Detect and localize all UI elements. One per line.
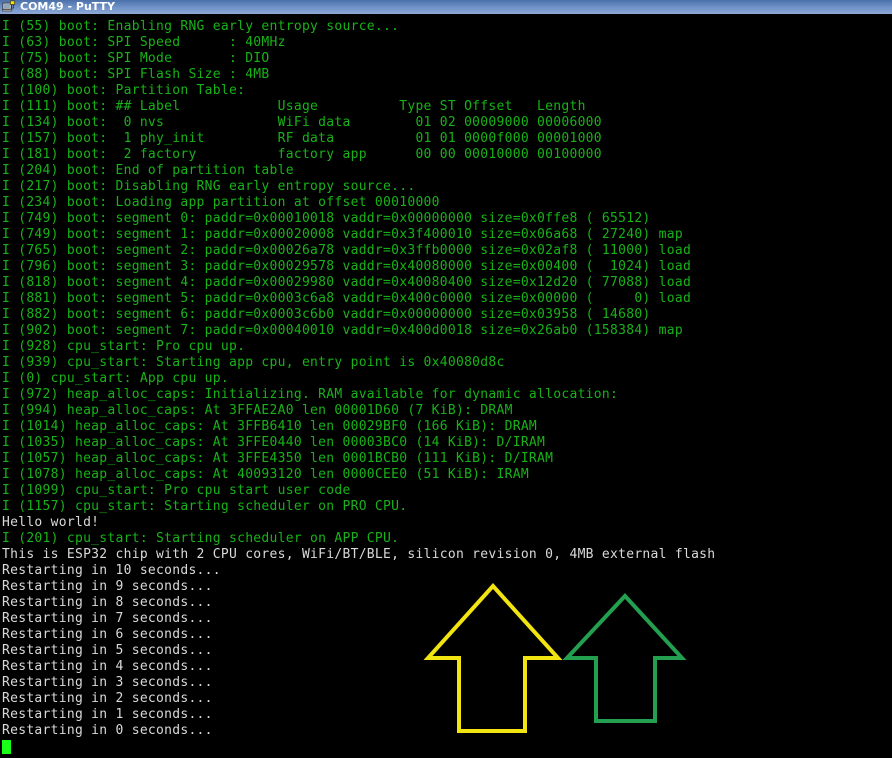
terminal-line: Restarting in 0 seconds...: [2, 723, 213, 738]
terminal-line: I (111) boot: ## Label Usage Type ST Off…: [2, 99, 586, 114]
terminal-line: I (100) boot: Partition Table:: [2, 83, 246, 98]
terminal-line: I (882) boot: segment 6: paddr=0x0003c6b…: [2, 307, 651, 322]
terminal-line: I (994) heap_alloc_caps: At 3FFAE2A0 len…: [2, 403, 513, 418]
terminal-line: This is ESP32 chip with 2 CPU cores, WiF…: [2, 547, 716, 562]
terminal-line: Restarting in 3 seconds...: [2, 675, 213, 690]
terminal-line: I (928) cpu_start: Pro cpu up.: [2, 339, 246, 354]
terminal-line: Restarting in 8 seconds...: [2, 595, 213, 610]
terminal-line: I (902) boot: segment 7: paddr=0x0004001…: [2, 323, 683, 338]
terminal-cursor: [2, 740, 11, 754]
terminal-line: I (939) cpu_start: Starting app cpu, ent…: [2, 355, 505, 370]
terminal-line: I (0) cpu_start: App cpu up.: [2, 371, 229, 386]
terminal-line: Hello world!: [2, 515, 100, 530]
terminal-line: I (75) boot: SPI Mode : DIO: [2, 51, 270, 66]
terminal-line: I (234) boot: Loading app partition at o…: [2, 195, 440, 210]
terminal-line: Restarting in 7 seconds...: [2, 611, 213, 626]
terminal-line: I (88) boot: SPI Flash Size : 4MB: [2, 67, 270, 82]
terminal-line: I (217) boot: Disabling RNG early entrop…: [2, 179, 416, 194]
putty-terminal-icon: [2, 0, 16, 12]
title-bar[interactable]: COM49 - PuTTY: [0, 0, 892, 16]
terminal-line: I (55) boot: Enabling RNG early entropy …: [2, 19, 400, 34]
terminal-line: I (181) boot: 2 factory factory app 00 0…: [2, 147, 602, 162]
terminal-line: I (796) boot: segment 3: paddr=0x0002957…: [2, 259, 692, 274]
terminal-line: I (818) boot: segment 4: paddr=0x0002998…: [2, 275, 692, 290]
terminal-line: Restarting in 4 seconds...: [2, 659, 213, 674]
terminal-line: I (881) boot: segment 5: paddr=0x0003c6a…: [2, 291, 692, 306]
terminal-screen[interactable]: I (55) boot: Enabling RNG early entropy …: [0, 18, 892, 758]
terminal-line: Restarting in 9 seconds...: [2, 579, 213, 594]
terminal-line: Restarting in 10 seconds...: [2, 563, 221, 578]
terminal-line: Restarting in 6 seconds...: [2, 627, 213, 642]
terminal-line: I (201) cpu_start: Starting scheduler on…: [2, 531, 400, 546]
terminal-line: Restarting in 1 seconds...: [2, 707, 213, 722]
terminal-line: I (1099) cpu_start: Pro cpu start user c…: [2, 483, 351, 498]
terminal-line: I (1035) heap_alloc_caps: At 3FFE0440 le…: [2, 435, 546, 450]
terminal-line: Restarting in 2 seconds...: [2, 691, 213, 706]
terminal-line: I (1078) heap_alloc_caps: At 40093120 le…: [2, 467, 529, 482]
terminal-line: I (1157) cpu_start: Starting scheduler o…: [2, 499, 408, 514]
terminal-line: I (749) boot: segment 1: paddr=0x0002000…: [2, 227, 683, 242]
terminal-line: I (1014) heap_alloc_caps: At 3FFB6410 le…: [2, 419, 538, 434]
terminal-line: I (63) boot: SPI Speed : 40MHz: [2, 35, 286, 50]
terminal-line: I (972) heap_alloc_caps: Initializing. R…: [2, 387, 619, 402]
window-title: COM49 - PuTTY: [20, 0, 116, 13]
terminal-line: I (204) boot: End of partition table: [2, 163, 294, 178]
terminal-line: I (765) boot: segment 2: paddr=0x00026a7…: [2, 243, 692, 258]
terminal-line: Restarting in 5 seconds...: [2, 643, 213, 658]
putty-window: COM49 - PuTTY I (55) boot: Enabling RNG …: [0, 0, 892, 758]
terminal-line: I (157) boot: 1 phy_init RF data 01 01 0…: [2, 131, 602, 146]
terminal-line: I (749) boot: segment 0: paddr=0x0001001…: [2, 211, 651, 226]
terminal-line: I (1057) heap_alloc_caps: At 3FFE4350 le…: [2, 451, 554, 466]
terminal-output: I (55) boot: Enabling RNG early entropy …: [2, 19, 715, 739]
terminal-line: I (134) boot: 0 nvs WiFi data 01 02 0000…: [2, 115, 602, 130]
